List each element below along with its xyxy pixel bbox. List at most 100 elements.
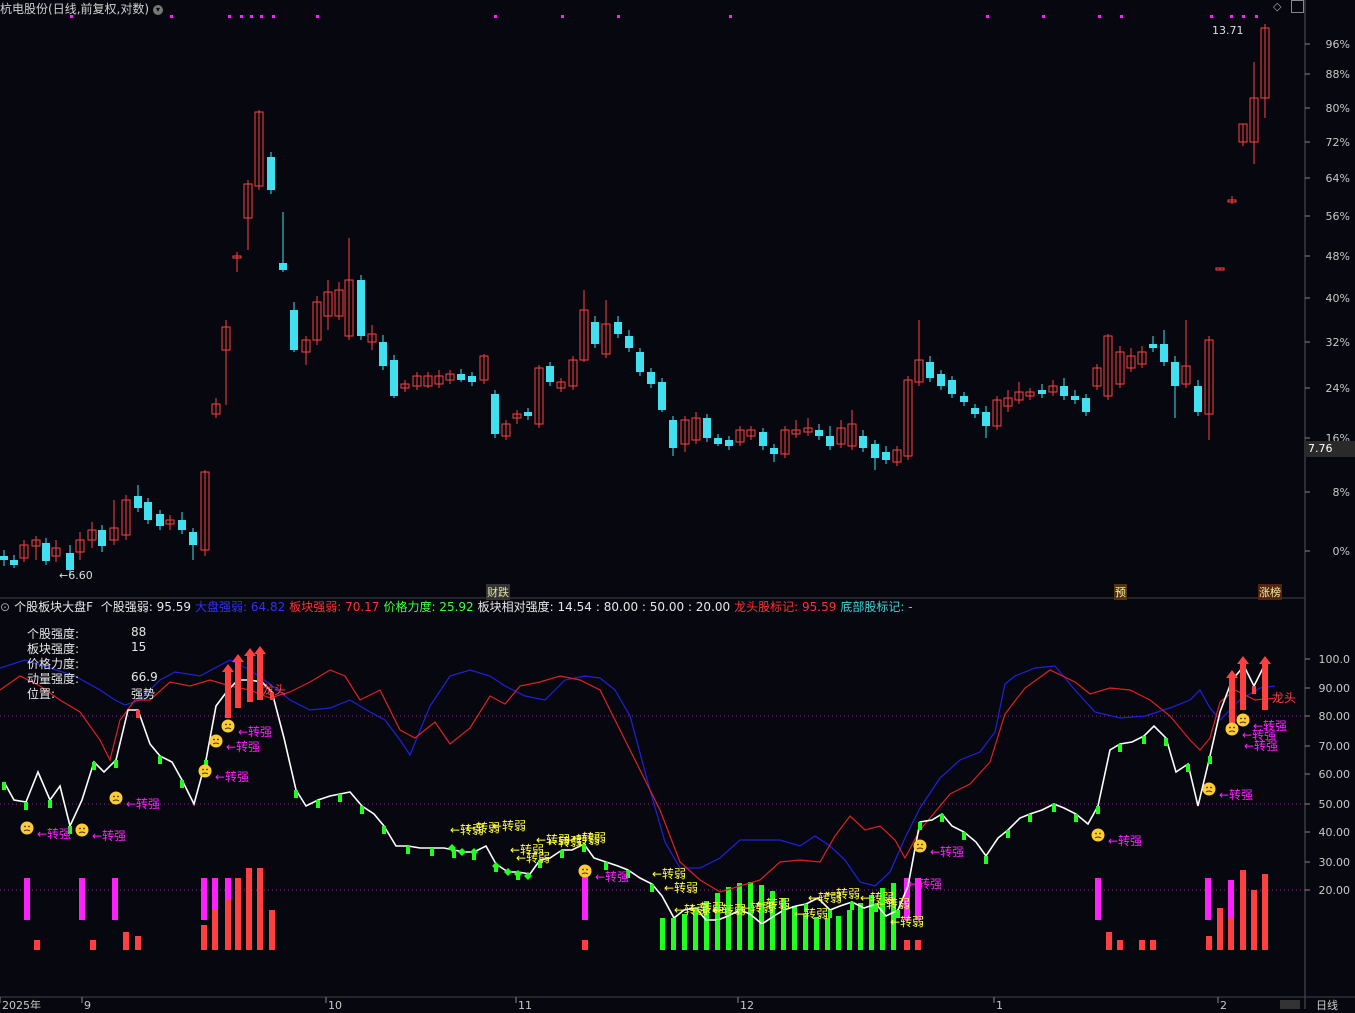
strength-marker xyxy=(114,760,118,768)
candle-body xyxy=(871,444,879,458)
annotation-strong: ←转强 xyxy=(37,826,71,841)
leader-bar xyxy=(1229,678,1235,724)
face-eye xyxy=(113,795,115,798)
face-eye xyxy=(28,825,30,828)
event-caidie[interactable]: 财跌 xyxy=(486,584,510,600)
annotation-strong: ←转强 xyxy=(595,869,629,884)
strength-marker xyxy=(1142,736,1146,744)
event-dot xyxy=(170,15,173,18)
indicator-item: 板块强弱: 70.17 xyxy=(289,600,380,614)
bar-red xyxy=(1262,874,1268,950)
diamond-icon xyxy=(458,848,466,856)
leader-arrow-icon xyxy=(1259,656,1271,664)
chart-canvas[interactable]: 96%88%80%72%64%56%48%40%32%24%16%8%0%100… xyxy=(0,0,1355,1009)
scroll-button xyxy=(1280,1000,1300,1009)
annotation-strong: ←转强 xyxy=(92,828,126,843)
strength-marker xyxy=(24,802,28,810)
annotation-weak: ←转弱 xyxy=(756,896,790,911)
current-price-label: 7.76 xyxy=(1305,441,1355,457)
face-eye xyxy=(24,825,26,828)
event-dot xyxy=(250,15,253,18)
event-dot xyxy=(561,15,564,18)
window-toggle-icon[interactable] xyxy=(1291,0,1304,13)
bar-green xyxy=(726,887,731,950)
dropdown-icon[interactable]: ▾ xyxy=(153,5,164,15)
strength-marker xyxy=(672,918,676,926)
face-eye xyxy=(229,723,231,726)
strength-marker xyxy=(406,846,410,854)
candle-body xyxy=(725,440,733,446)
market-strength-line xyxy=(0,659,1276,887)
event-dot xyxy=(1120,15,1123,18)
bar-red xyxy=(1206,936,1212,950)
candle-body xyxy=(156,514,164,526)
candle-body xyxy=(636,352,644,372)
annotation-strong: ←转强 xyxy=(1219,787,1253,802)
strength-marker xyxy=(92,762,96,770)
price-axis-label: 80% xyxy=(1326,102,1350,115)
strength-marker xyxy=(1006,830,1010,838)
event-zhangbang[interactable]: 涨榜 xyxy=(1258,584,1282,600)
bar-red xyxy=(1117,940,1123,950)
bar-red xyxy=(225,900,231,950)
face-eye xyxy=(225,723,227,726)
indicator-axis-label: 20.00 xyxy=(1319,884,1351,897)
leader-arrow-icon xyxy=(1237,656,1249,664)
strength-marker xyxy=(984,856,988,864)
stock-chart-app: 96% 88% 80% 72% 64% 56% 48% 40% 32% 24% 16% 8% 0% 100… xyxy=(0,0,1355,1012)
leader-bar xyxy=(235,662,241,708)
face-icon xyxy=(1236,713,1250,727)
chart-title-bar: 杭电股份(日线,前复权,对数) ▾ xyxy=(0,0,164,16)
diamond-icon[interactable]: ◇ xyxy=(1273,0,1281,13)
candle-body xyxy=(591,322,599,344)
candle-body xyxy=(290,310,298,350)
strength-marker xyxy=(1028,814,1032,822)
annotation-weak: ←转弱 xyxy=(516,850,550,865)
date-axis-label: 1 xyxy=(996,999,1003,1009)
annotation-strong: ←转强 xyxy=(1253,718,1287,733)
candle-body xyxy=(815,430,823,436)
candle-body xyxy=(625,336,633,348)
strength-marker xyxy=(1186,764,1190,772)
strength-marker xyxy=(650,884,654,892)
price-axis-label: 48% xyxy=(1326,250,1350,263)
event-dot xyxy=(617,15,620,18)
event-yu[interactable]: 预 xyxy=(1114,584,1127,600)
face-eye xyxy=(1233,726,1235,729)
event-dot xyxy=(228,15,231,18)
strength-marker xyxy=(338,794,342,802)
face-eye xyxy=(117,795,119,798)
date-axis-label: 9 xyxy=(84,999,91,1009)
bar-green xyxy=(660,918,665,950)
sector-strength-line xyxy=(0,669,1276,893)
candle-body xyxy=(770,448,778,454)
candle-body xyxy=(524,412,532,416)
leader-arrow-icon xyxy=(244,648,256,656)
strength-marker xyxy=(1252,686,1256,694)
indicator-toggle-icon[interactable]: ⊙ xyxy=(0,600,10,614)
period-label[interactable]: 日线 xyxy=(1316,997,1338,1013)
chart-mode: (日线,前复权,对数) xyxy=(48,2,150,16)
candle-body xyxy=(1082,398,1090,412)
price-axis-label: 88% xyxy=(1326,68,1350,81)
indicator-name[interactable]: 个股板块大盘F xyxy=(14,600,93,614)
annotation-weak: ←转弱 xyxy=(794,906,828,921)
leader-arrow-icon xyxy=(222,664,234,672)
face-eye xyxy=(1095,832,1097,835)
indicator-item: 龙头股标记: 95.59 xyxy=(734,600,837,614)
price-axis-label: 96% xyxy=(1326,38,1350,51)
face-icon xyxy=(20,821,34,835)
face-icon xyxy=(221,719,235,733)
indicator-item: 大盘强弱: 64.82 xyxy=(195,600,286,614)
annotation-weak: ←转弱 xyxy=(876,896,910,911)
candle-body xyxy=(0,556,8,560)
candle-body xyxy=(1194,386,1202,412)
date-axis-label: 12 xyxy=(740,999,754,1009)
bar-red xyxy=(904,940,910,950)
candle-body xyxy=(178,520,186,530)
annotation-leader: 龙头 xyxy=(262,683,286,697)
bar-green xyxy=(836,916,841,950)
candle-body xyxy=(1038,390,1046,394)
bar-magenta xyxy=(1205,878,1211,920)
event-dot xyxy=(1242,15,1245,18)
